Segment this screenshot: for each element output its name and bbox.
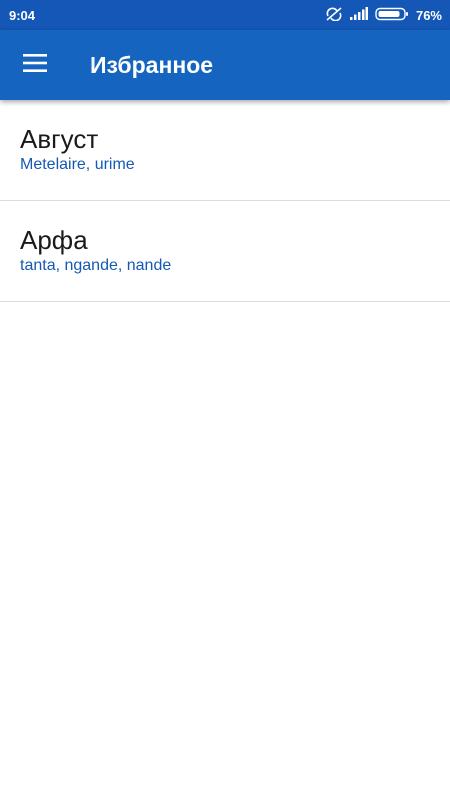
battery-icon bbox=[375, 7, 409, 24]
list-item[interactable]: Арфа tanta, ngande, nande bbox=[0, 201, 450, 302]
item-word: Арфа bbox=[20, 225, 88, 255]
status-icons: 76% bbox=[325, 6, 442, 24]
favorites-list: Август Metelaire, urime Арфа tanta, ngan… bbox=[0, 100, 450, 302]
signal-icon bbox=[349, 7, 368, 23]
no-sync-icon bbox=[325, 6, 343, 24]
status-time: 9:04 bbox=[9, 7, 36, 23]
item-word: Август bbox=[20, 124, 99, 154]
item-translation: tanta, ngande, nande bbox=[20, 257, 172, 274]
list-item[interactable]: Август Metelaire, urime bbox=[0, 100, 450, 201]
item-translation: Metelaire, urime bbox=[20, 156, 135, 173]
battery-percent: 76% bbox=[415, 7, 442, 23]
hamburger-menu-icon bbox=[23, 53, 47, 77]
page-title: Избранное bbox=[90, 51, 214, 78]
status-bar: 9:04 76% bbox=[0, 0, 450, 30]
app-bar: Избранное bbox=[0, 30, 450, 100]
menu-button[interactable] bbox=[20, 50, 50, 80]
